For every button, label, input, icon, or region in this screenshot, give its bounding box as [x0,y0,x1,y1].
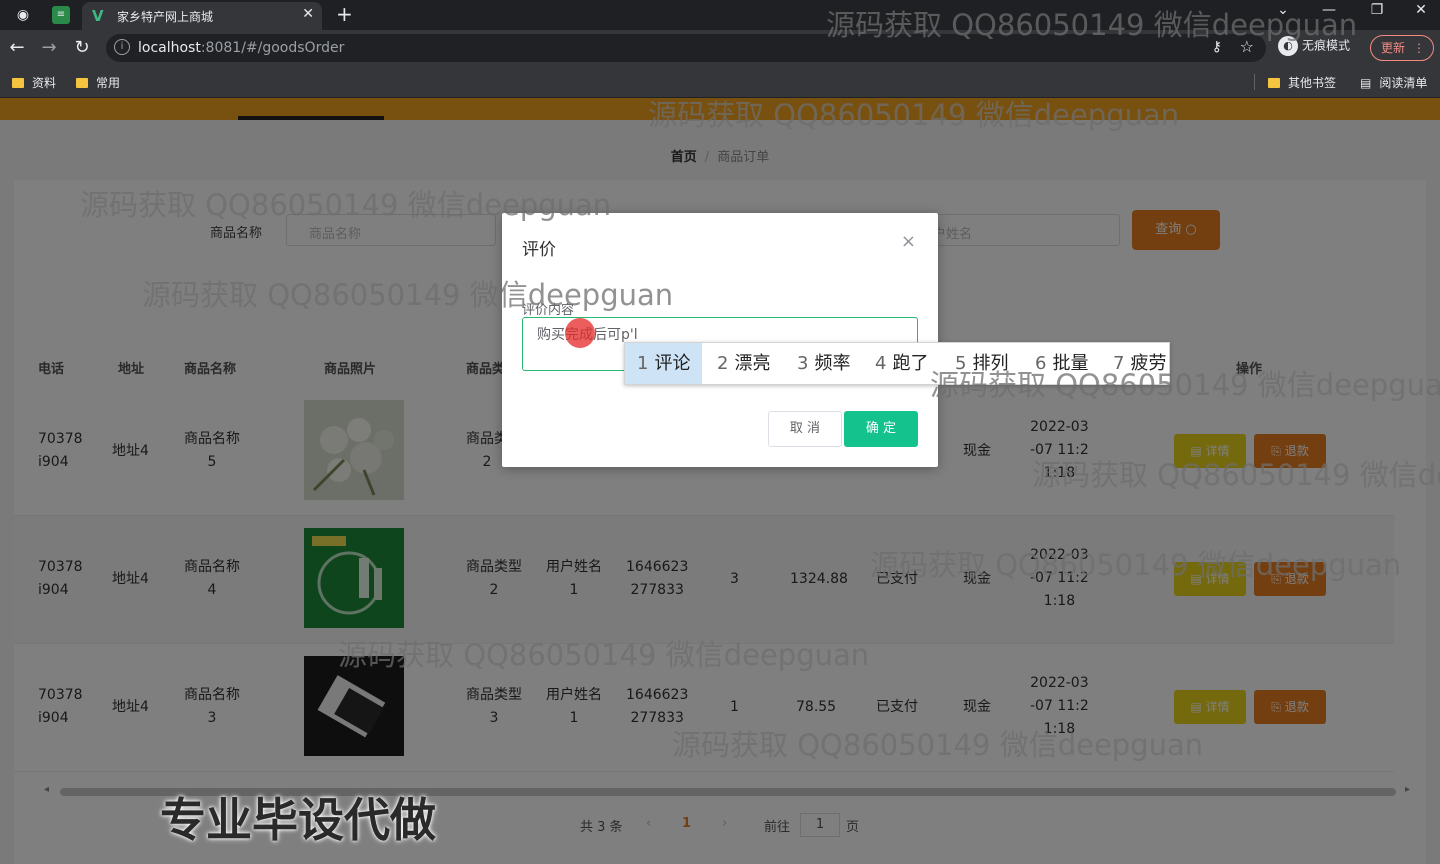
watermark: 源码获取 QQ86050149 微信deepguan [826,8,1358,42]
folder-icon [12,78,24,88]
bookmark-label: 常用 [96,76,121,90]
ime-candidate[interactable]: 4 跑了 [863,343,940,384]
ime-text: 漂亮 [734,353,771,374]
ime-text: 频率 [814,353,851,374]
mouse-cursor-highlight [565,318,595,348]
tab-close-icon[interactable]: ✕ [302,6,314,22]
app-tab-icon[interactable]: ≡ [52,6,70,24]
ime-num: 4 [875,353,887,374]
bookmark-folder-0[interactable]: 资料 [12,74,56,91]
ime-num: 2 [717,353,729,374]
ime-text: 评论 [654,353,691,374]
folder-icon [76,78,88,88]
url-host: localhost [138,40,201,56]
vue-favicon-icon: V [92,7,104,25]
forward-icon[interactable]: → [38,37,60,58]
bookmark-label: 其他书签 [1288,76,1337,90]
ime-candidate[interactable]: 2 漂亮 [705,343,782,384]
site-info-icon[interactable]: i [114,39,130,55]
watermark: 源码获取 QQ86050149 微信deepguan [142,278,674,312]
watermark: 源码获取 QQ86050149 微信deepguan [870,548,1402,582]
bookmark-label: 资料 [32,76,57,90]
bookmark-divider [1254,74,1255,90]
watermark: 源码获取 QQ86050149 微信deepguan [648,98,1180,132]
watermark: 源码获取 QQ86050149 微信deepguan [930,368,1440,402]
bookmark-folder-1[interactable]: 常用 [76,74,120,91]
update-button[interactable]: 更新 ⋮ [1370,35,1434,61]
watermark: 源码获取 QQ86050149 微信deepguan [672,728,1204,762]
close-window-icon[interactable]: ✕ [1406,2,1436,18]
ime-num: 1 [637,353,649,374]
back-icon[interactable]: ← [6,37,28,58]
url-path: :8081/#/goodsOrder [200,40,345,56]
restore-icon[interactable]: ❐ [1362,2,1392,18]
ime-candidate[interactable]: 3 频率 [785,343,862,384]
watermark: 源码获取 QQ86050149 微信deepguan [338,638,870,672]
reading-list[interactable]: ▤ 阅读清单 [1360,74,1427,91]
tab-title: 家乡特产网上商城 [117,10,214,24]
ime-candidate[interactable]: 1 评论 [625,343,703,384]
update-label: 更新 [1381,41,1406,55]
bookmark-label: 阅读清单 [1379,76,1428,90]
kebab-menu-icon: ⋮ [1413,41,1425,55]
confirm-button[interactable]: 确 定 [844,411,918,447]
dialog-title: 评价 [522,240,556,260]
browser-tab[interactable]: V 家乡特产网上商城 ✕ [82,2,322,30]
watermark-banner: 专业毕设代做 [160,793,436,847]
other-bookmarks[interactable]: 其他书签 [1268,74,1336,91]
watermark: 源码获取 QQ86050149 微信deepguan [1032,458,1440,492]
dialog-close-icon[interactable]: × [901,231,916,252]
browser-menu-icon[interactable]: ◉ [12,4,34,26]
new-tab-icon[interactable]: + [336,2,353,26]
cancel-button[interactable]: 取 消 [768,411,842,447]
watermark: 源码获取 QQ86050149 微信deepguan [80,188,612,222]
folder-icon [1268,78,1280,88]
ime-text: 跑了 [892,353,929,374]
reload-icon[interactable]: ↻ [71,37,93,58]
ime-num: 3 [797,353,809,374]
reading-list-icon: ▤ [1360,76,1372,90]
url-text[interactable]: localhost:8081/#/goodsOrder [138,40,344,56]
